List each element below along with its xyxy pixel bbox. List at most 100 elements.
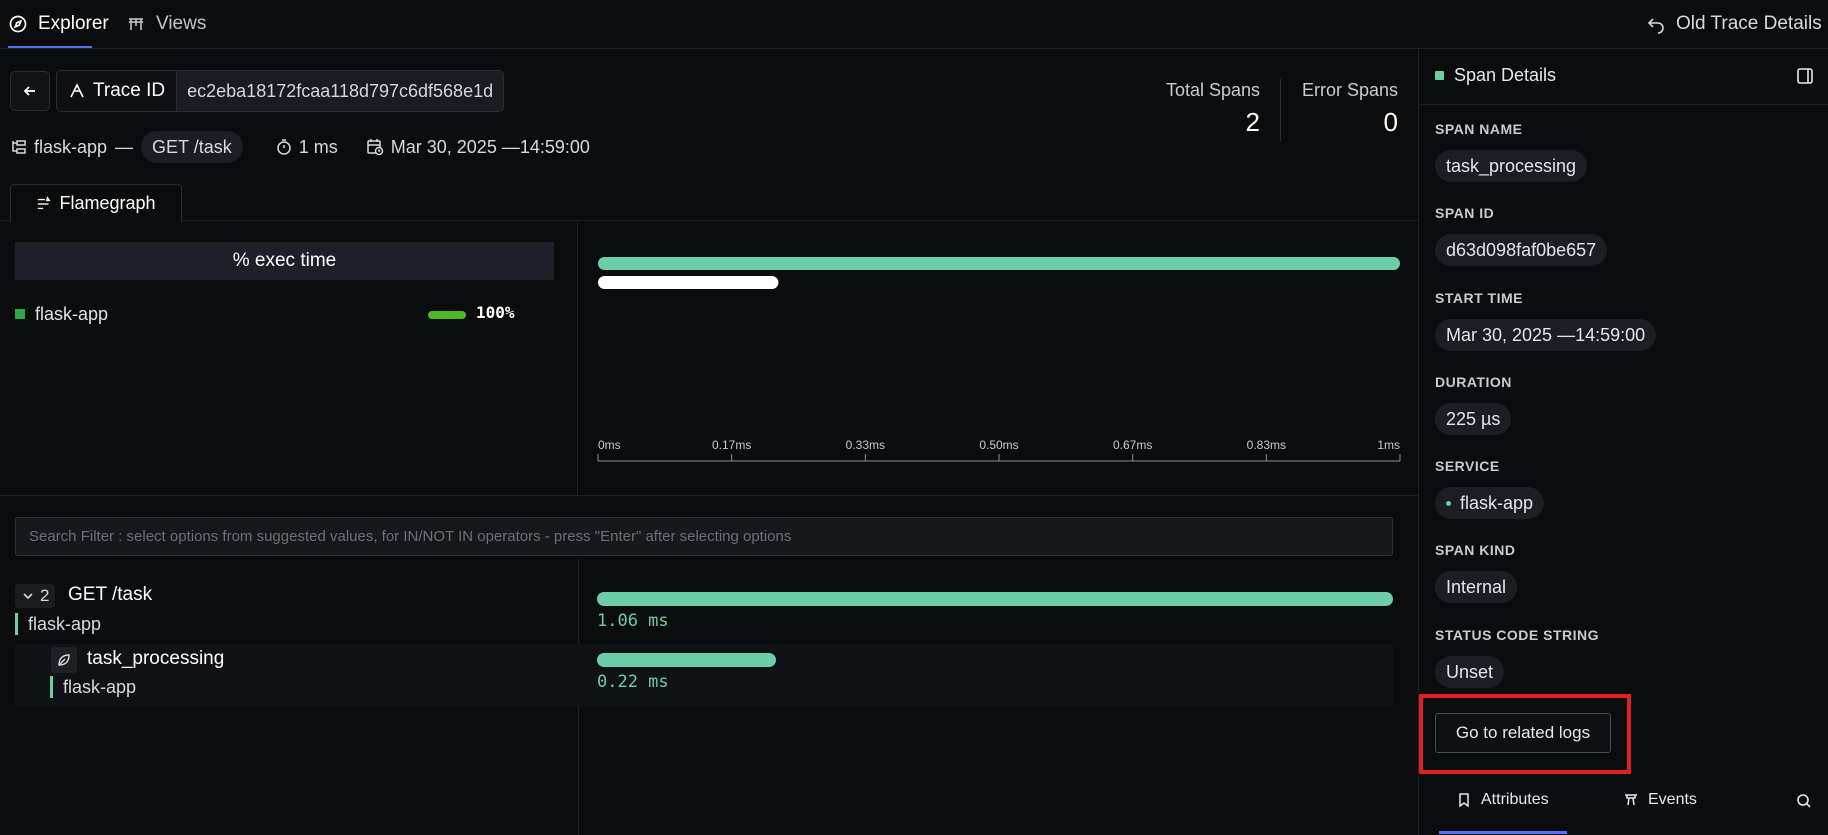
service-dot-icon	[1446, 500, 1451, 506]
span-child-count: 2	[40, 586, 50, 605]
exec-time-row[interactable]: flask-app 100%	[15, 301, 555, 327]
stat-divider	[1280, 79, 1281, 141]
field-value-span-name: task_processing	[1435, 150, 1588, 182]
section-divider	[0, 495, 1418, 496]
tab-events-label: Events	[1648, 791, 1697, 808]
span-details-title: Span Details	[1435, 65, 1556, 86]
arrow-left-icon	[21, 82, 39, 100]
error-spans-label: Error Spans	[1301, 80, 1398, 100]
axis-tick-label: 0.50ms	[979, 438, 1018, 452]
trace-main-panel: Trace ID ec2eba18172fcaa118d797c6df568e1…	[0, 49, 1418, 835]
total-spans-stat: Total Spans 2	[1152, 80, 1260, 138]
error-spans-stat: Error Spans 0	[1298, 80, 1398, 138]
trace-timestamp: Mar 30, 2025 —14:59:00	[390, 136, 590, 157]
span-name: GET /task	[68, 584, 153, 605]
exec-service-name: flask-app	[35, 303, 109, 324]
span-service: flask-app	[50, 676, 136, 698]
span-expander[interactable]: 2	[15, 584, 56, 608]
exec-time-panel: % exec time flask-app 100%	[0, 222, 578, 495]
tab-attributes[interactable]: Attributes	[1456, 791, 1549, 809]
error-spans-value: 0	[1383, 107, 1398, 137]
stopwatch-icon	[275, 138, 293, 156]
span-details-title-text: Span Details	[1454, 65, 1557, 85]
top-nav: Explorer Views Old Trace Details	[0, 0, 1828, 49]
tab-flamegraph[interactable]: Flamegraph	[10, 184, 182, 222]
endpoint-chip: GET /task	[141, 131, 243, 163]
trace-id-label: Trace ID	[93, 80, 166, 101]
field-label-start-time: START TIME	[1435, 290, 1523, 306]
bookmark-icon	[1456, 792, 1472, 808]
span-color-dot	[1435, 71, 1444, 80]
flamegraph-chart: 0ms 0.17ms 0.33ms 0.50ms 0.67ms 0.83ms 1ms	[579, 222, 1418, 495]
trace-duration: 1 ms	[298, 136, 338, 157]
trace-id-value[interactable]: ec2eba18172fcaa118d797c6df568e1d	[177, 71, 504, 111]
span-row-task-processing[interactable]: task_processing flask-app 0.22 ms	[15, 644, 1393, 706]
tab-views-label: Views	[156, 13, 207, 34]
views-icon	[126, 14, 146, 34]
old-trace-details-label: Old Trace Details	[1676, 13, 1822, 34]
exec-percent-bar	[428, 311, 466, 319]
trace-meta-row: flask-app — GET /task 1 ms Mar 30, 2025 …	[10, 127, 590, 167]
axis-tick-label: 0.83ms	[1247, 438, 1286, 452]
trace-icon	[68, 82, 86, 100]
field-value-status-code: Unset	[1435, 656, 1505, 688]
chevron-down-icon	[21, 589, 35, 603]
span-details-header: Span Details	[1419, 49, 1828, 105]
search-filter-input[interactable]	[15, 517, 1393, 556]
trace-id-label-box: Trace ID	[57, 71, 178, 111]
flamegraph-svg: 0ms 0.17ms 0.33ms 0.50ms 0.67ms 0.83ms 1ms	[597, 257, 1401, 462]
exec-percent-value: 100%	[476, 303, 515, 322]
tab-attributes-label: Attributes	[1481, 791, 1549, 808]
active-tab-indicator	[1439, 831, 1567, 834]
tab-events[interactable]: Events	[1623, 791, 1697, 809]
flamegraph-icon	[36, 195, 52, 212]
field-label-service: SERVICE	[1435, 458, 1500, 474]
field-value-service: flask-app	[1435, 487, 1545, 519]
total-spans-label: Total Spans	[1165, 80, 1260, 100]
field-label-span-id: SPAN ID	[1435, 205, 1495, 221]
sidebar-toggle-icon[interactable]	[1795, 66, 1815, 86]
back-button[interactable]	[10, 71, 50, 111]
field-label-span-kind: SPAN KIND	[1435, 542, 1516, 558]
axis-tick-label: 0.67ms	[1113, 438, 1152, 452]
flamegraph-tab-row: Flamegraph	[0, 184, 1418, 222]
compass-icon	[8, 14, 28, 34]
service-color-swatch	[15, 309, 25, 319]
span-duration: 0.22 ms	[597, 672, 669, 692]
field-value-service-text: flask-app	[1460, 492, 1534, 513]
tab-explorer-label: Explorer	[38, 13, 109, 34]
span-duration-bar	[597, 592, 1393, 606]
tab-explorer[interactable]: Explorer	[8, 0, 109, 48]
old-trace-details-button[interactable]: Old Trace Details	[1646, 0, 1822, 48]
span-icon-box	[51, 647, 77, 673]
axis-tick-label: 0ms	[598, 438, 621, 452]
service-list-icon	[10, 138, 28, 156]
undo-icon	[1646, 14, 1666, 34]
span-duration: 1.06 ms	[597, 611, 669, 631]
flamegraph-bar[interactable]	[598, 257, 1400, 270]
field-label-span-name: SPAN NAME	[1435, 121, 1523, 137]
span-details-panel: Span Details SPAN NAME task_processing S…	[1418, 49, 1828, 835]
events-icon	[1623, 792, 1639, 808]
total-spans-value: 2	[1245, 107, 1260, 137]
trace-service: flask-app	[34, 136, 108, 157]
span-name: task_processing	[87, 648, 225, 669]
tab-flamegraph-label: Flamegraph	[59, 193, 156, 213]
axis-tick-label: 0.33ms	[846, 438, 885, 452]
leaf-icon	[56, 652, 72, 668]
field-value-span-kind: Internal	[1435, 571, 1518, 603]
flamegraph-bar[interactable]	[598, 276, 779, 289]
span-duration-bar	[597, 653, 777, 667]
field-value-duration: 225 µs	[1435, 403, 1512, 435]
tab-views[interactable]: Views	[126, 0, 206, 48]
search-icon[interactable]	[1796, 793, 1812, 814]
axis-tick-label: 1ms	[1377, 438, 1400, 452]
field-label-status-code: STATUS CODE STRING	[1435, 627, 1600, 643]
calendar-clock-icon	[366, 138, 384, 156]
trace-id-box: Trace ID ec2eba18172fcaa118d797c6df568e1…	[56, 70, 505, 112]
span-service: flask-app	[15, 613, 101, 635]
span-row-get-task[interactable]: 2 GET /task flask-app 1.06 ms	[15, 584, 1393, 646]
go-to-related-logs-button[interactable]: Go to related logs	[1435, 713, 1611, 753]
span-details-tabs: Attributes Events	[1419, 775, 1828, 835]
field-value-start-time: Mar 30, 2025 —14:59:00	[1435, 319, 1657, 351]
